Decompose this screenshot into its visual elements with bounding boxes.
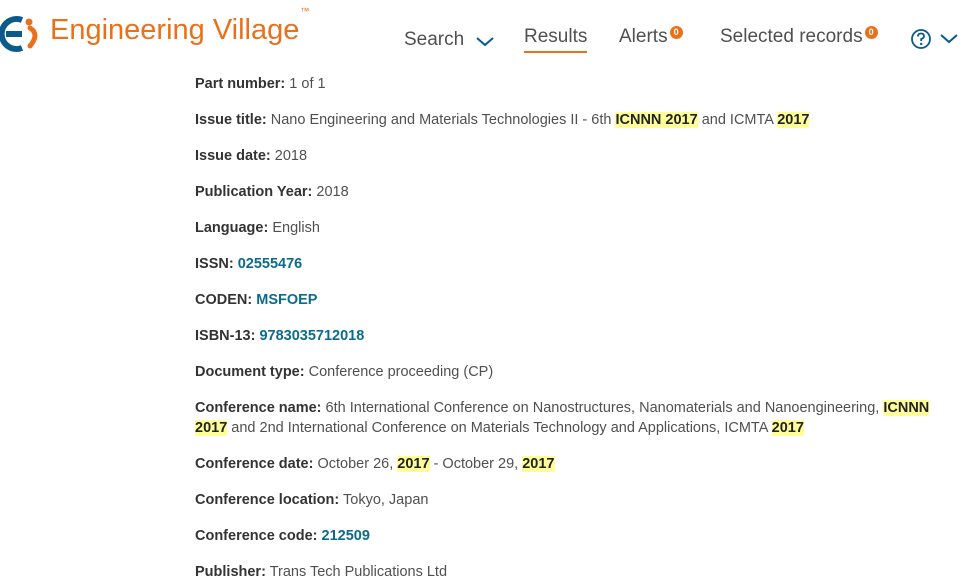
field-label: Publisher: (195, 564, 266, 580)
nav-results-label: Results (524, 26, 588, 47)
field-value: 2018 (274, 148, 308, 164)
brand-text: Engineering Village (50, 14, 300, 46)
field-label: CODEN: (195, 292, 253, 308)
search-highlight: 2017 (777, 112, 810, 128)
field-value: Tokyo, Japan (343, 492, 429, 508)
part-number-row: Part number: 1 of 1 (195, 74, 955, 94)
nav-results[interactable]: Results (524, 26, 588, 53)
issue-title-row: Issue title: Nano Engineering and Materi… (195, 110, 955, 130)
issue-date-row: Issue date: 2018 (195, 146, 955, 166)
publication-year-row: Publication Year: 2018 (195, 182, 955, 202)
field-label: Conference name: (195, 400, 322, 416)
conference-date-row: Conference date: October 26, 2017 - Octo… (195, 454, 955, 474)
coden-row: CODEN: MSFOEP (195, 290, 955, 310)
field-value: Nano Engineering and Materials Technolog… (270, 112, 616, 128)
trademark: ™ (300, 6, 310, 17)
nav-search-label: Search (404, 29, 465, 50)
field-value: Conference proceeding (CP) (308, 364, 494, 380)
issn-row: ISSN: 02555476 (195, 254, 955, 274)
brand-name[interactable]: Engineering Village™ (50, 6, 309, 47)
alerts-count-badge: 0 (669, 26, 683, 39)
isbn-row: ISBN-13: 9783035712018 (195, 326, 955, 346)
field-label: Conference location: (195, 492, 340, 508)
help-icon (911, 29, 931, 49)
field-label: ISSN: (195, 256, 234, 272)
field-label: Conference date: (195, 456, 314, 472)
field-value: and ICMTA (697, 112, 778, 128)
search-highlight: ICNNN 2017 (615, 112, 698, 128)
field-label: Issue title: (195, 112, 267, 128)
conference-code-row: Conference code: 212509 (195, 526, 955, 546)
field-value: - October 29, (429, 456, 523, 472)
field-value: and 2nd International Conference on Mate… (227, 420, 772, 436)
selected-count-badge: 0 (864, 26, 878, 39)
nav-selected-records[interactable]: Selected records 0 (720, 26, 878, 48)
nav-alerts[interactable]: Alerts 0 (619, 26, 683, 48)
field-value: English (272, 220, 320, 236)
field-value: Trans Tech Publications Ltd (269, 564, 448, 580)
field-value: 2018 (316, 184, 349, 200)
conference-code-link[interactable]: 212509 (322, 528, 370, 544)
chevron-down-icon (940, 34, 958, 44)
field-label: Issue date: (195, 148, 271, 164)
isbn-link[interactable]: 9783035712018 (259, 328, 364, 344)
field-value: 1 of 1 (289, 76, 326, 92)
field-label: ISBN-13: (195, 328, 256, 344)
help-menu[interactable] (910, 28, 958, 50)
nav-selected-label: Selected records (720, 26, 863, 47)
conference-name-row: Conference name: 6th International Confe… (195, 398, 955, 438)
nav-search[interactable]: Search (404, 29, 494, 51)
document-type-row: Document type: Conference proceeding (CP… (195, 362, 955, 382)
top-bar: Engineering Village™ Search Results Aler… (0, 0, 968, 68)
field-label: Language: (195, 220, 269, 236)
field-label: Publication Year: (195, 184, 313, 200)
language-row: Language: English (195, 218, 955, 238)
search-highlight: 2017 (771, 420, 804, 436)
ei-logo-icon[interactable] (0, 14, 44, 54)
publisher-row: Publisher: Trans Tech Publications Ltd (195, 562, 955, 582)
conference-location-row: Conference location: Tokyo, Japan (195, 490, 955, 510)
nav-alerts-label: Alerts (619, 26, 668, 47)
chevron-down-icon (476, 36, 494, 46)
field-value: 6th International Conference on Nanostru… (325, 400, 884, 416)
field-label: Document type: (195, 364, 305, 380)
issn-link[interactable]: 02555476 (238, 256, 303, 272)
field-label: Part number: (195, 76, 286, 92)
coden-link[interactable]: MSFOEP (256, 292, 317, 308)
field-label: Conference code: (195, 528, 318, 544)
field-value: October 26, (317, 456, 398, 472)
search-highlight: ICNNN (883, 400, 930, 416)
search-highlight: 2017 (195, 420, 228, 436)
search-highlight: 2017 (397, 456, 430, 472)
search-highlight: 2017 (522, 456, 555, 472)
